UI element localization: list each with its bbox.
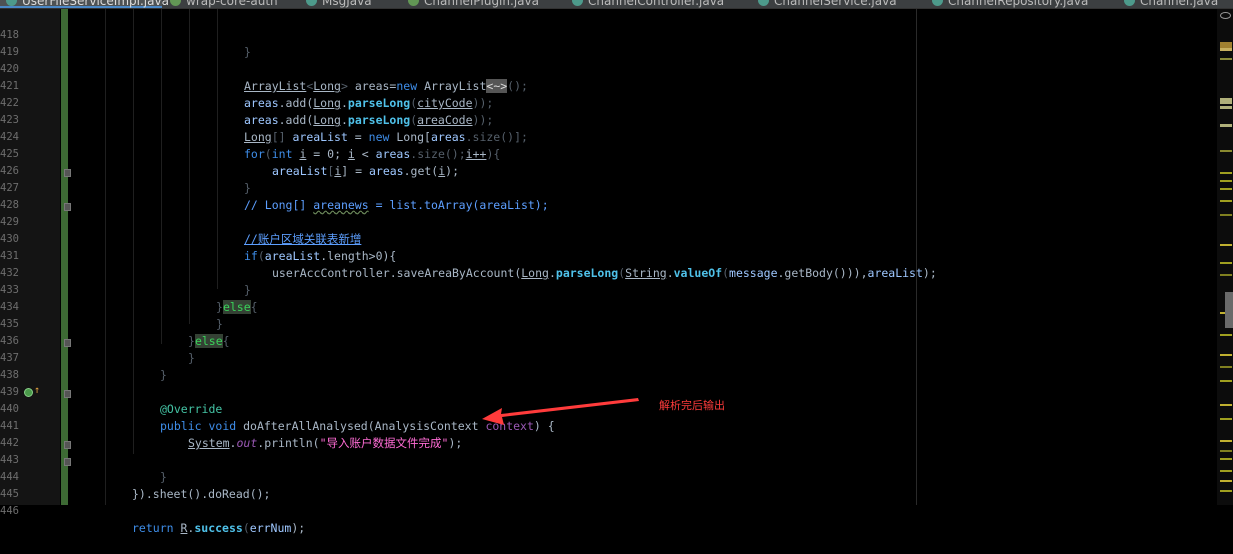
tab-label: wrap-core-auth <box>186 0 278 8</box>
tab-label: ChannelRepository.java <box>948 0 1089 8</box>
tab-channelcontroller[interactable]: ChannelController.java <box>566 0 746 8</box>
java-class-icon <box>306 0 317 6</box>
stripe-marker[interactable] <box>1220 404 1232 406</box>
stripe-marker[interactable] <box>1220 366 1232 368</box>
code-line[interactable]: 423 Long[] areaList = new Long[areas.siz… <box>0 95 1233 144</box>
tab-label: UserFileServiceImpl.java <box>22 0 169 8</box>
tab-channelplugin[interactable]: ChannelPlugin.java <box>402 0 560 8</box>
stripe-marker[interactable] <box>1220 490 1232 492</box>
stripe-marker[interactable] <box>1220 150 1232 152</box>
tab-label: Channel.java <box>1140 0 1219 8</box>
eye-icon[interactable] <box>1220 12 1231 19</box>
code-line[interactable]: 422 areas.add(Long.parseLong(areaCode)); <box>0 78 1233 127</box>
annotation-text: 解析完后输出 <box>659 399 725 412</box>
tab-label: ChannelPlugin.java <box>424 0 539 8</box>
stripe-marker[interactable] <box>1220 458 1232 460</box>
stripe-marker[interactable] <box>1220 188 1232 190</box>
stripe-marker[interactable] <box>1220 334 1232 336</box>
code-line[interactable]: 444 }).sheet().doRead(); <box>0 452 1233 501</box>
code-line[interactable]: 420 ArrayList<Long> areas=new ArrayList<… <box>0 44 1233 93</box>
code-line[interactable]: 431 userAccController.saveAreaByAccount(… <box>0 231 1233 280</box>
stripe-marker[interactable] <box>1220 98 1232 104</box>
code-line[interactable]: 427 // Long[] areanews = list.toArray(ar… <box>0 163 1233 212</box>
java-class-icon <box>6 0 17 6</box>
code-line[interactable]: 424 for(int i = 0; i < areas.size();i++)… <box>0 112 1233 161</box>
stripe-marker[interactable] <box>1220 262 1232 264</box>
code-line[interactable]: 443 } <box>0 435 1233 484</box>
code-line[interactable]: 421 areas.add(Long.parseLong(cityCode)); <box>0 61 1233 110</box>
java-class-icon <box>408 0 419 6</box>
code-line[interactable]: 438 <box>0 350 1233 381</box>
java-class-icon <box>572 0 583 6</box>
module-icon <box>170 0 181 6</box>
editor-tab-bar: UserFileServiceImpl.java wrap-core-auth … <box>0 0 1233 9</box>
stripe-marker[interactable] <box>1220 214 1232 216</box>
tab-label: ChannelService.java <box>774 0 897 8</box>
stripe-marker[interactable] <box>1220 58 1232 60</box>
stripe-marker[interactable] <box>1220 480 1232 482</box>
stripe-marker[interactable] <box>1220 180 1232 182</box>
tab-channelrepository[interactable]: ChannelRepository.java <box>926 0 1114 8</box>
tab-channelservice[interactable]: ChannelService.java <box>752 0 920 8</box>
stripe-marker[interactable] <box>1220 450 1232 452</box>
java-class-icon <box>932 0 943 6</box>
fold-icon[interactable] <box>64 390 71 398</box>
fold-icon[interactable] <box>64 169 71 177</box>
tab-msgjava[interactable]: MsgJava <box>300 0 396 8</box>
stripe-marker[interactable] <box>1220 380 1232 382</box>
stripe-marker[interactable] <box>1220 440 1232 442</box>
java-class-icon <box>1124 0 1135 6</box>
tab-wrap-core-auth[interactable]: wrap-core-auth <box>164 0 294 8</box>
override-method-icon[interactable] <box>24 388 33 397</box>
stripe-marker[interactable] <box>1220 418 1232 420</box>
code-line[interactable]: 425 areaList[i] = areas.get(i); <box>0 129 1233 178</box>
stripe-marker[interactable] <box>1220 470 1232 472</box>
stripe-marker[interactable] <box>1220 124 1232 127</box>
code-line[interactable]: 446 return R.success(errNum); <box>0 486 1233 535</box>
stripe-marker[interactable] <box>1220 244 1232 246</box>
annotation-arrow-icon <box>482 398 639 425</box>
code-text: return R.success(errNum); <box>132 521 306 535</box>
code-line[interactable]: 426 } <box>0 146 1233 195</box>
tab-label: MsgJava <box>322 0 372 8</box>
tab-label: ChannelController.java <box>588 0 725 8</box>
tab-userfileserviceimpl[interactable]: UserFileServiceImpl.java <box>0 0 169 8</box>
code-line[interactable]: 428 <box>0 180 1233 211</box>
fold-icon[interactable] <box>64 441 71 449</box>
code-line[interactable]: 434 } <box>0 282 1233 331</box>
error-stripe[interactable] <box>1217 9 1233 505</box>
override-arrow-icon[interactable]: ↑ <box>34 385 40 396</box>
fold-icon[interactable] <box>64 339 71 347</box>
stripe-marker[interactable] <box>1220 354 1232 356</box>
code-line[interactable]: 439 @Override <box>0 367 1233 416</box>
stripe-marker[interactable] <box>1220 48 1232 51</box>
code-line[interactable]: 445 <box>0 469 1233 500</box>
fold-icon[interactable] <box>64 203 71 211</box>
code-line[interactable]: 437 } <box>0 333 1233 382</box>
code-line[interactable]: 436 } <box>0 316 1233 365</box>
stripe-marker[interactable] <box>1220 274 1232 276</box>
java-class-icon <box>758 0 769 6</box>
code-line[interactable]: 419 <box>0 27 1233 58</box>
line-number: 446 <box>0 505 19 517</box>
stripe-marker[interactable] <box>1220 200 1232 202</box>
code-line[interactable]: 430 if(areaList.length>0){ <box>0 214 1233 263</box>
code-line[interactable]: 432 } <box>0 248 1233 297</box>
stripe-marker[interactable] <box>1220 106 1232 109</box>
code-line[interactable]: 429 //账户区域关联表新增 <box>0 197 1233 246</box>
scrollbar-thumb[interactable] <box>1225 292 1233 328</box>
code-line[interactable]: 418 } <box>0 10 1233 59</box>
code-line[interactable]: 433 }else{ <box>0 265 1233 314</box>
code-line[interactable]: 435 }else{ <box>0 299 1233 348</box>
tab-channel[interactable]: Channel.java <box>1118 0 1233 8</box>
fold-icon[interactable] <box>64 458 71 466</box>
stripe-marker[interactable] <box>1220 172 1232 174</box>
